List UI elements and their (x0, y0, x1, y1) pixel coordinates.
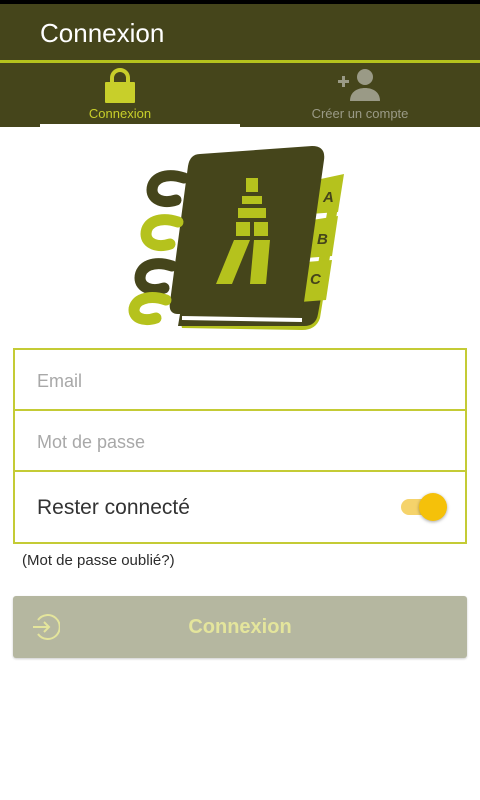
password-row (15, 411, 465, 472)
logo-tab-letter-a: A (322, 189, 334, 206)
tab-selected-indicator (40, 124, 240, 127)
app-bar: Connexion (0, 4, 480, 60)
toggle-thumb (419, 493, 447, 521)
remember-toggle[interactable] (399, 492, 449, 522)
login-button-label: Connexion (188, 616, 292, 638)
remember-label: Rester connecté (37, 496, 190, 519)
remember-row: Rester connecté (15, 472, 465, 542)
lock-icon (0, 67, 240, 103)
tab-connexion[interactable]: Connexion (0, 63, 240, 127)
app-bar-title: Connexion (40, 18, 165, 48)
password-input[interactable] (35, 423, 439, 461)
tab-create-account[interactable]: Créer un compte (240, 63, 480, 127)
logo-tab-letter-b: B (317, 231, 328, 248)
login-button[interactable]: Connexion (13, 596, 467, 658)
email-input[interactable] (35, 362, 439, 400)
tab-create-account-label: Créer un compte (311, 106, 409, 121)
tab-bar: Connexion Créer un compte (0, 63, 480, 127)
forgot-password-link[interactable]: (Mot de passe oublié?) (22, 552, 175, 569)
logo-tab-letter-c: C (310, 271, 322, 288)
email-row (15, 350, 465, 411)
login-form: Rester connecté (13, 348, 467, 544)
add-user-icon (240, 67, 480, 103)
app-logo: A B C (126, 142, 354, 342)
tab-connexion-label: Connexion (88, 106, 152, 121)
